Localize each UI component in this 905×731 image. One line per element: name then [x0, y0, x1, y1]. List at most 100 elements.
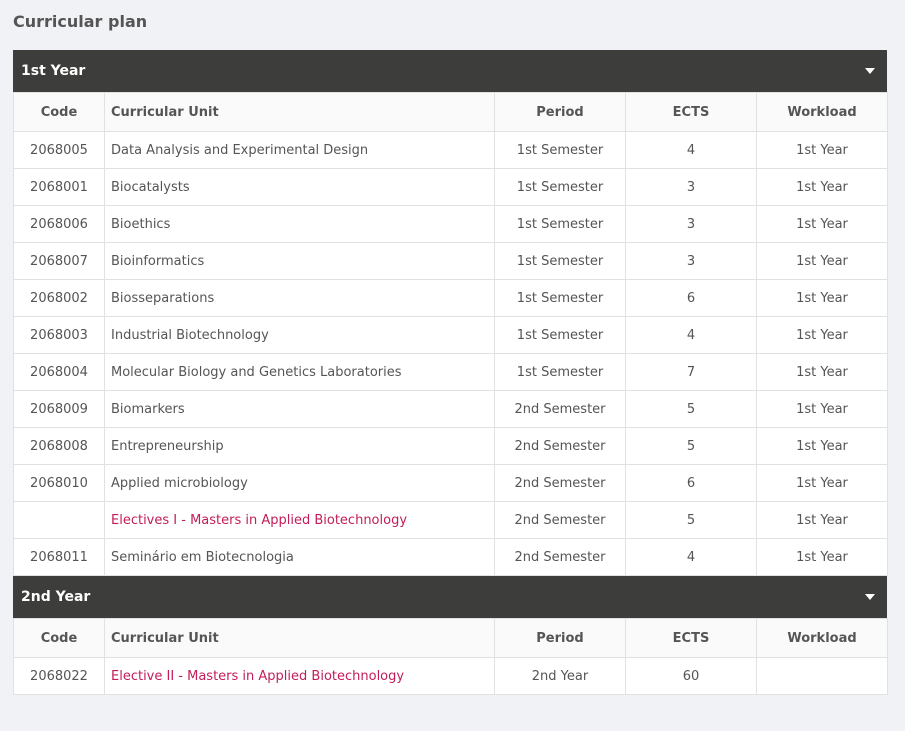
table-row: 2068010 Applied microbiology 2nd Semeste…: [13, 464, 888, 502]
page-title: Curricular plan: [13, 12, 148, 31]
cell-code: 2068010: [13, 464, 105, 502]
cell-ects: 7: [625, 353, 757, 391]
table-row: 2068004 Molecular Biology and Genetics L…: [13, 353, 888, 391]
table-row: 2068011 Seminário em Biotecnologia 2nd S…: [13, 538, 888, 576]
cell-ects: 4: [625, 131, 757, 169]
cell-ects: 4: [625, 538, 757, 576]
cell-unit: Entrepreneurship: [104, 427, 495, 465]
column-header-unit: Curricular Unit: [104, 618, 495, 658]
cell-workload: 1st Year: [756, 501, 888, 539]
cell-unit: Applied microbiology: [104, 464, 495, 502]
cell-workload: [756, 657, 888, 695]
cell-ects: 3: [625, 205, 757, 243]
cell-code: 2068005: [13, 131, 105, 169]
cell-code: 2068003: [13, 316, 105, 354]
cell-ects: 4: [625, 316, 757, 354]
caret-down-icon: [865, 594, 875, 600]
cell-period: 2nd Semester: [494, 390, 626, 428]
cell-period: 1st Semester: [494, 316, 626, 354]
table-row: 2068003 Industrial Biotechnology 1st Sem…: [13, 316, 888, 354]
column-header-period: Period: [494, 618, 626, 658]
column-header-code: Code: [13, 618, 105, 658]
table-row: 2068002 Biosseparations 1st Semester 6 1…: [13, 279, 888, 317]
cell-code: 2068022: [13, 657, 105, 695]
table-header-row: Code Curricular Unit Period ECTS Workloa…: [13, 618, 888, 658]
cell-code: 2068002: [13, 279, 105, 317]
cell-workload: 1st Year: [756, 131, 888, 169]
cell-unit: Biomarkers: [104, 390, 495, 428]
cell-unit: Elective II - Masters in Applied Biotech…: [104, 657, 495, 695]
year-section-2: 2nd Year Code Curricular Unit Period ECT…: [13, 576, 888, 695]
cell-ects: 6: [625, 464, 757, 502]
cell-period: 2nd Semester: [494, 501, 626, 539]
cell-unit: Bioinformatics: [104, 242, 495, 280]
cell-unit: Industrial Biotechnology: [104, 316, 495, 354]
cell-period: 2nd Semester: [494, 464, 626, 502]
cell-workload: 1st Year: [756, 205, 888, 243]
table-row: 2068001 Biocatalysts 1st Semester 3 1st …: [13, 168, 888, 206]
table-row: 2068008 Entrepreneurship 2nd Semester 5 …: [13, 427, 888, 465]
cell-code: 2068007: [13, 242, 105, 280]
cell-code: [13, 501, 105, 539]
cell-period: 1st Semester: [494, 168, 626, 206]
curricular-plan: 1st Year Code Curricular Unit Period ECT…: [13, 50, 888, 695]
cell-period: 2nd Semester: [494, 538, 626, 576]
cell-workload: 1st Year: [756, 279, 888, 317]
year-section-1: 1st Year Code Curricular Unit Period ECT…: [13, 50, 888, 576]
cell-ects: 5: [625, 427, 757, 465]
column-header-ects: ECTS: [625, 92, 757, 132]
year-title: 1st Year: [21, 63, 86, 79]
table-row: 2068007 Bioinformatics 1st Semester 3 1s…: [13, 242, 888, 280]
cell-workload: 1st Year: [756, 316, 888, 354]
table-row: 2068022 Elective II - Masters in Applied…: [13, 657, 888, 695]
cell-code: 2068009: [13, 390, 105, 428]
table-row: 2068005 Data Analysis and Experimental D…: [13, 131, 888, 169]
cell-unit: Bioethics: [104, 205, 495, 243]
caret-down-icon: [865, 68, 875, 74]
cell-period: 1st Semester: [494, 353, 626, 391]
cell-unit: Biocatalysts: [104, 168, 495, 206]
table-row: Electives I - Masters in Applied Biotech…: [13, 501, 888, 539]
cell-code: 2068008: [13, 427, 105, 465]
cell-ects: 60: [625, 657, 757, 695]
year-title: 2nd Year: [21, 589, 91, 605]
cell-code: 2068004: [13, 353, 105, 391]
cell-period: 1st Semester: [494, 279, 626, 317]
cell-period: 2nd Semester: [494, 427, 626, 465]
cell-period: 2nd Year: [494, 657, 626, 695]
cell-unit: Data Analysis and Experimental Design: [104, 131, 495, 169]
cell-period: 1st Semester: [494, 242, 626, 280]
cell-ects: 6: [625, 279, 757, 317]
curricular-table: Code Curricular Unit Period ECTS Workloa…: [13, 92, 888, 576]
column-header-ects: ECTS: [625, 618, 757, 658]
cell-ects: 5: [625, 501, 757, 539]
cell-unit: Seminário em Biotecnologia: [104, 538, 495, 576]
elective-ii-link[interactable]: Elective II - Masters in Applied Biotech…: [111, 669, 404, 684]
electives-i-link[interactable]: Electives I - Masters in Applied Biotech…: [111, 513, 407, 528]
cell-workload: 1st Year: [756, 242, 888, 280]
column-header-period: Period: [494, 92, 626, 132]
cell-workload: 1st Year: [756, 390, 888, 428]
column-header-workload: Workload: [756, 92, 888, 132]
cell-ects: 3: [625, 168, 757, 206]
column-header-unit: Curricular Unit: [104, 92, 495, 132]
table-row: 2068009 Biomarkers 2nd Semester 5 1st Ye…: [13, 390, 888, 428]
cell-ects: 5: [625, 390, 757, 428]
table-header-row: Code Curricular Unit Period ECTS Workloa…: [13, 92, 888, 132]
cell-workload: 1st Year: [756, 538, 888, 576]
cell-workload: 1st Year: [756, 464, 888, 502]
cell-code: 2068006: [13, 205, 105, 243]
table-row: 2068006 Bioethics 1st Semester 3 1st Yea…: [13, 205, 888, 243]
cell-unit: Electives I - Masters in Applied Biotech…: [104, 501, 495, 539]
cell-unit: Molecular Biology and Genetics Laborator…: [104, 353, 495, 391]
cell-code: 2068001: [13, 168, 105, 206]
cell-workload: 1st Year: [756, 353, 888, 391]
cell-code: 2068011: [13, 538, 105, 576]
curricular-table: Code Curricular Unit Period ECTS Workloa…: [13, 618, 888, 695]
cell-unit: Biosseparations: [104, 279, 495, 317]
column-header-workload: Workload: [756, 618, 888, 658]
cell-period: 1st Semester: [494, 131, 626, 169]
cell-workload: 1st Year: [756, 427, 888, 465]
year-header-2[interactable]: 2nd Year: [13, 576, 887, 618]
year-header-1[interactable]: 1st Year: [13, 50, 887, 92]
